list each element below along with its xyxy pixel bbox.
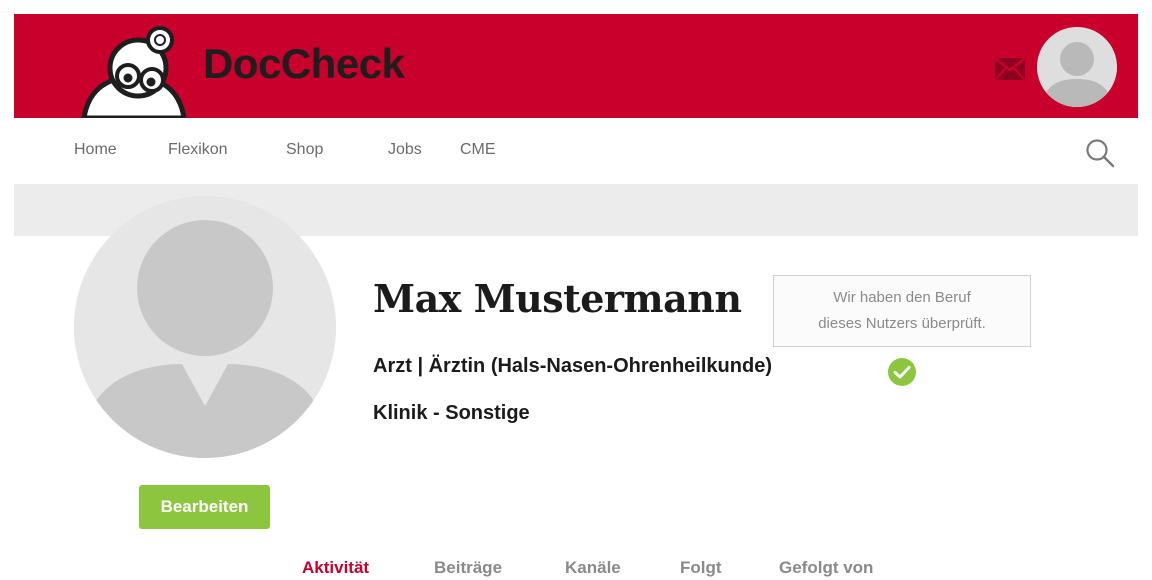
tab-channels[interactable]: Kanäle xyxy=(565,558,621,578)
profile-name: Max Mustermann xyxy=(373,276,742,321)
verified-check-icon[interactable] xyxy=(887,357,917,387)
verification-tooltip: Wir haben den Beruf dieses Nutzers überp… xyxy=(773,275,1031,347)
envelope-icon[interactable] xyxy=(994,57,1026,81)
tab-posts[interactable]: Beiträge xyxy=(434,558,502,578)
tooltip-line-1: Wir haben den Beruf xyxy=(833,289,971,306)
edit-profile-button[interactable]: Bearbeiten xyxy=(139,485,270,529)
user-avatar-icon[interactable] xyxy=(1037,27,1117,107)
profession-text: Arzt | Ärztin (Hals-Nasen-Ohrenheilkunde… xyxy=(373,355,772,377)
tab-followers[interactable]: Gefolgt von xyxy=(779,558,873,578)
tab-activity[interactable]: Aktivität xyxy=(302,558,369,578)
nav-item-cme[interactable]: CME xyxy=(460,141,496,159)
nav-item-shop[interactable]: Shop xyxy=(286,141,323,159)
doccheck-mascot-logo-icon[interactable] xyxy=(76,20,196,118)
tab-following[interactable]: Folgt xyxy=(680,558,722,578)
workplace-text: Klinik - Sonstige xyxy=(373,402,530,424)
nav-item-home[interactable]: Home xyxy=(74,141,117,159)
nav-item-jobs[interactable]: Jobs xyxy=(388,141,422,159)
top-header-bar: DocCheck xyxy=(14,14,1138,118)
brand-name[interactable]: DocCheck xyxy=(203,40,405,88)
nav-item-flexikon[interactable]: Flexikon xyxy=(168,141,228,159)
main-navigation: Home Flexikon Shop Jobs CME xyxy=(14,118,1138,184)
tooltip-line-2: dieses Nutzers überprüft. xyxy=(818,315,986,332)
profile-avatar-icon[interactable] xyxy=(74,196,336,458)
search-icon[interactable] xyxy=(1085,138,1115,168)
